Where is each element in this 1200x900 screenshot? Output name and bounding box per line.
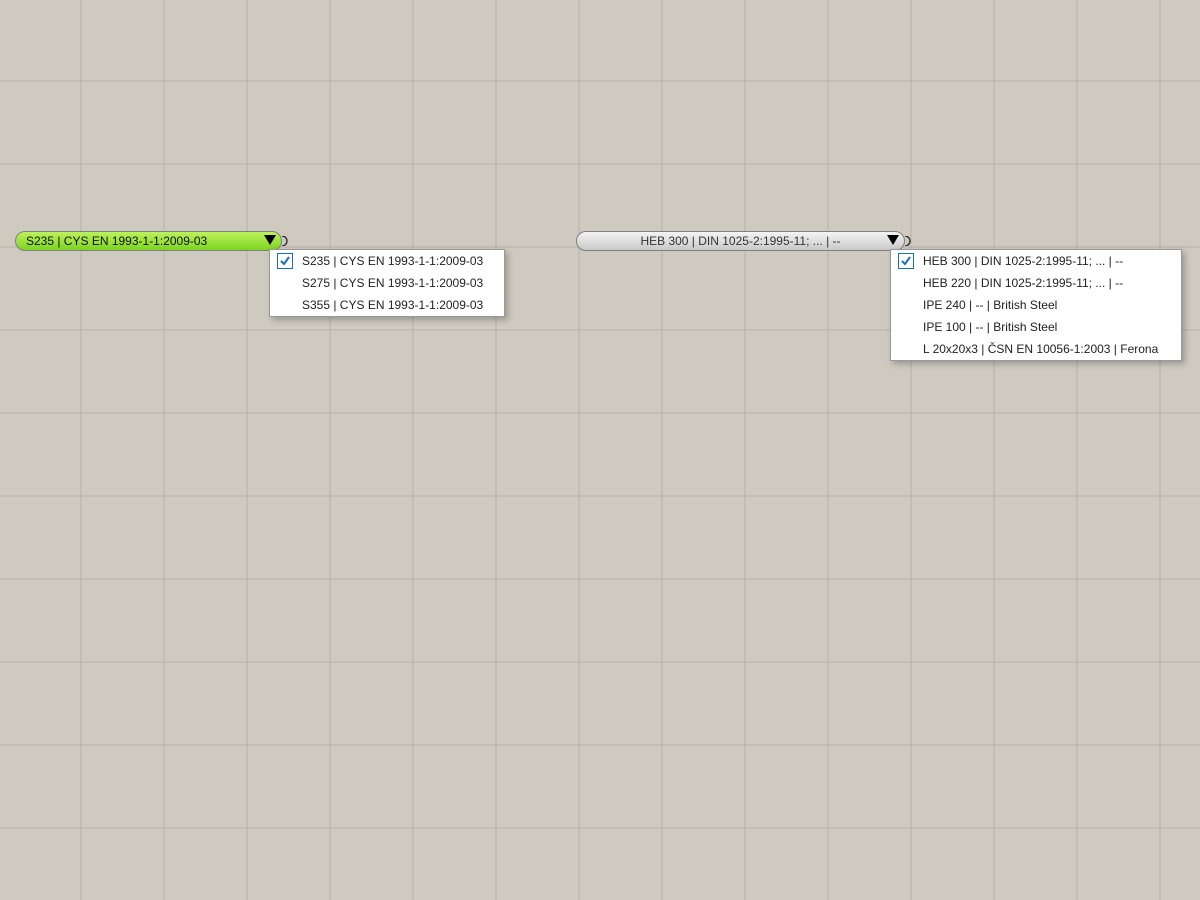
option-check-icon: [897, 274, 915, 292]
option-label: S235 | CYS EN 1993-1-1:2009-03: [302, 254, 483, 268]
section-option[interactable]: HEB 300 | DIN 1025-2:1995-11; ... | --: [891, 250, 1181, 272]
dropdown-arrow-icon: [887, 235, 899, 245]
option-check-icon: [276, 252, 294, 270]
output-grip-icon[interactable]: [905, 236, 915, 246]
option-check-icon: [276, 296, 294, 314]
option-check-icon: [897, 252, 915, 270]
option-label: HEB 220 | DIN 1025-2:1995-11; ... | --: [923, 276, 1123, 290]
grasshopper-canvas[interactable]: S235 | CYS EN 1993-1-1:2009-03 S235 | CY…: [0, 0, 1200, 900]
option-label: L 20x20x3 | ČSN EN 10056-1:2003 | Ferona: [923, 342, 1158, 356]
section-picker-menu: HEB 300 | DIN 1025-2:1995-11; ... | -- H…: [890, 249, 1182, 361]
material-option[interactable]: S235 | CYS EN 1993-1-1:2009-03: [270, 250, 504, 272]
section-option[interactable]: IPE 100 | -- | British Steel: [891, 316, 1181, 338]
option-check-icon: [897, 340, 915, 358]
section-option[interactable]: L 20x20x3 | ČSN EN 10056-1:2003 | Ferona: [891, 338, 1181, 360]
option-check-icon: [276, 274, 294, 292]
option-label: IPE 100 | -- | British Steel: [923, 320, 1057, 334]
option-label: S275 | CYS EN 1993-1-1:2009-03: [302, 276, 483, 290]
section-option[interactable]: IPE 240 | -- | British Steel: [891, 294, 1181, 316]
material-picker-menu: S235 | CYS EN 1993-1-1:2009-03 S275 | CY…: [269, 249, 505, 317]
output-grip-icon[interactable]: [282, 236, 292, 246]
section-picker-selected-label: HEB 300 | DIN 1025-2:1995-11; ... | --: [640, 234, 840, 248]
section-picker-chip[interactable]: HEB 300 | DIN 1025-2:1995-11; ... | --: [576, 231, 905, 251]
option-label: IPE 240 | -- | British Steel: [923, 298, 1057, 312]
material-picker-chip[interactable]: S235 | CYS EN 1993-1-1:2009-03: [15, 231, 282, 251]
dropdown-arrow-icon: [264, 235, 276, 245]
material-option[interactable]: S355 | CYS EN 1993-1-1:2009-03: [270, 294, 504, 316]
material-option[interactable]: S275 | CYS EN 1993-1-1:2009-03: [270, 272, 504, 294]
option-check-icon: [897, 296, 915, 314]
option-check-icon: [897, 318, 915, 336]
section-option[interactable]: HEB 220 | DIN 1025-2:1995-11; ... | --: [891, 272, 1181, 294]
material-picker-selected-label: S235 | CYS EN 1993-1-1:2009-03: [26, 234, 207, 248]
canvas-grid: [0, 0, 1200, 900]
option-label: HEB 300 | DIN 1025-2:1995-11; ... | --: [923, 254, 1123, 268]
option-label: S355 | CYS EN 1993-1-1:2009-03: [302, 298, 483, 312]
